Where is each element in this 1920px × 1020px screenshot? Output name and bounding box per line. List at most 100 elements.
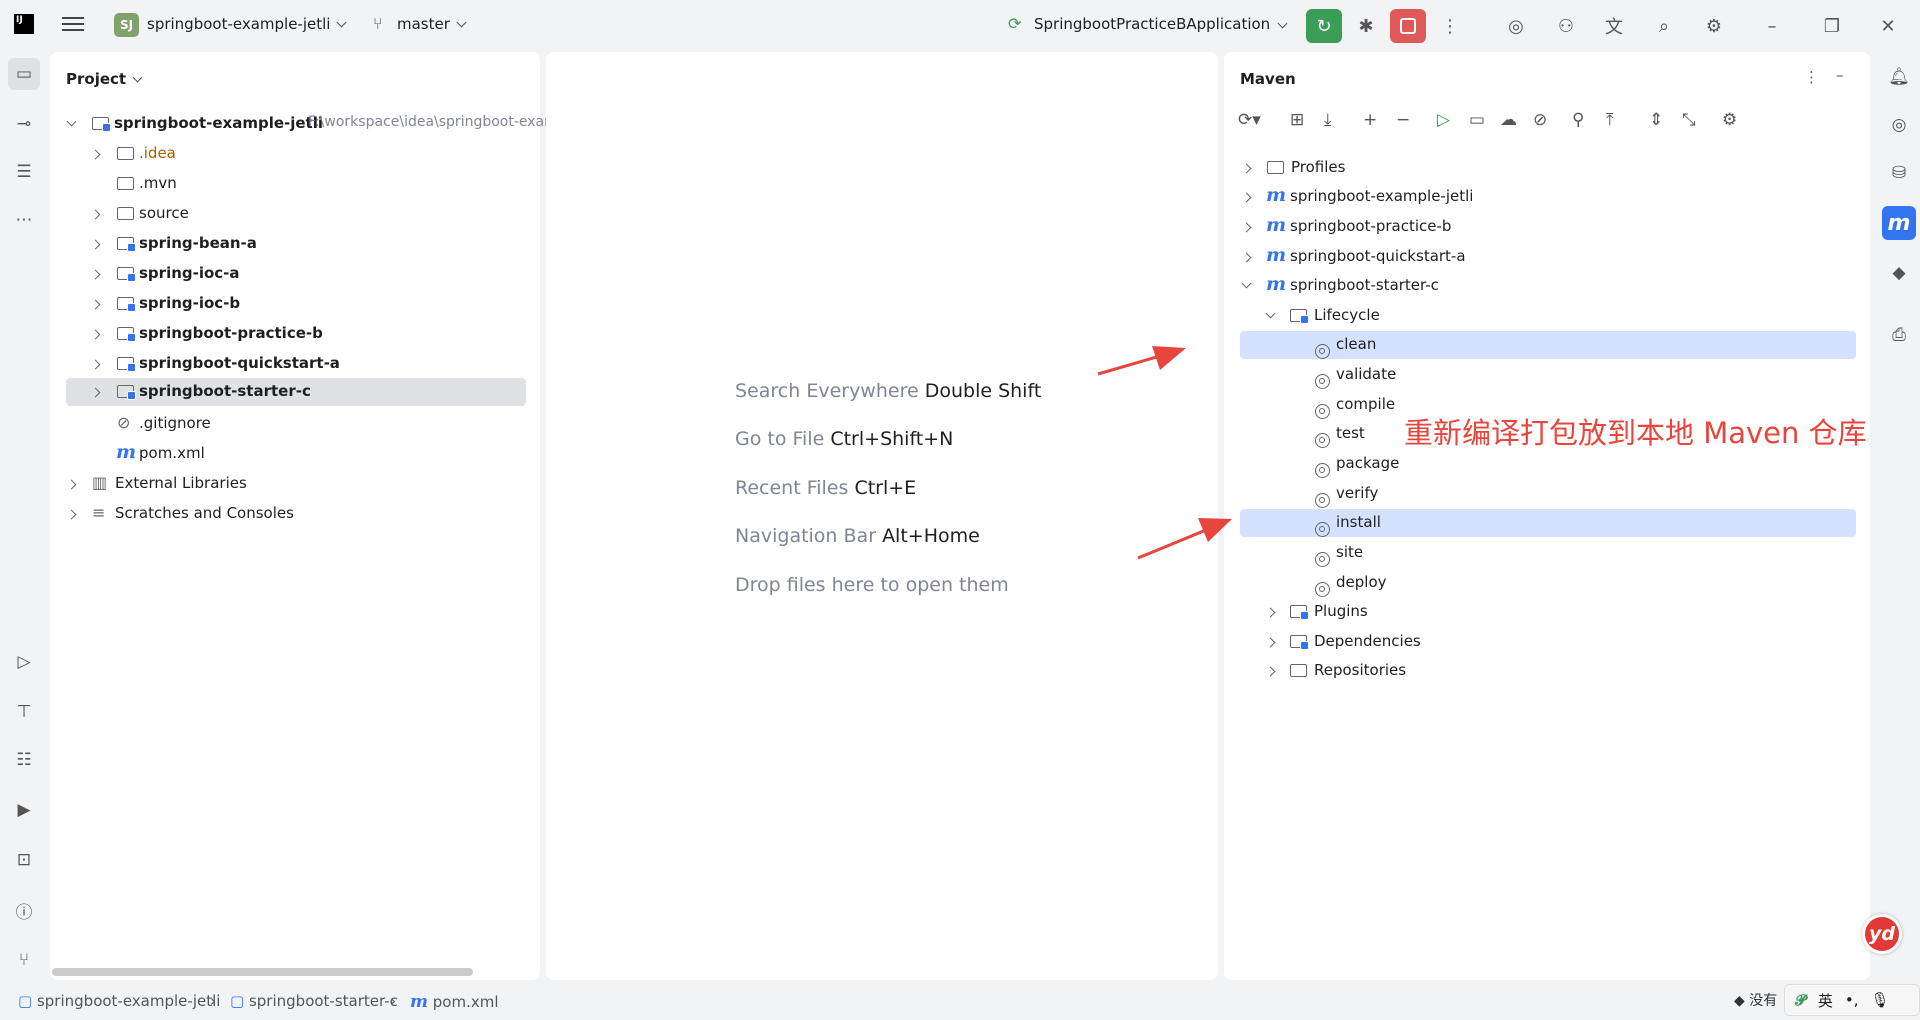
chevron-down-icon[interactable] xyxy=(1240,272,1252,300)
maven-repositories[interactable]: Repositories xyxy=(1240,657,1856,685)
project-selector[interactable]: springboot-example-jetli xyxy=(147,15,347,33)
tree-item-idea[interactable]: .idea xyxy=(62,140,526,168)
tree-item-spring-bean-a[interactable]: spring-bean-a xyxy=(62,230,526,258)
tree-item-springboot-starter-c[interactable]: springboot-starter-c xyxy=(66,378,526,406)
run-goal-icon[interactable]: ▷ xyxy=(1437,110,1450,130)
tree-item-springboot-practice-b[interactable]: springboot-practice-b xyxy=(62,320,526,348)
tree-item-pom[interactable]: m pom.xml xyxy=(62,440,526,468)
youdao-logo[interactable]: yd xyxy=(1862,914,1902,954)
chevron-right-icon[interactable] xyxy=(65,470,77,498)
debug-services-icon[interactable]: ▶ xyxy=(8,794,40,826)
hide-panel-icon[interactable]: – xyxy=(1836,66,1844,84)
chevron-right-icon[interactable] xyxy=(89,290,101,318)
project-folder-icon[interactable]: ▭ xyxy=(8,58,40,90)
lifecycle-goal-verify[interactable]: verify xyxy=(1240,480,1856,508)
collapse-to-top-icon[interactable]: ⤒ xyxy=(1606,110,1614,130)
chevron-down-icon[interactable] xyxy=(65,110,77,138)
run-config-dropdown[interactable] xyxy=(1264,9,1300,43)
problems-icon[interactable]: ⓘ xyxy=(8,894,40,926)
notifications-icon[interactable]: 🔔︎ xyxy=(1882,60,1916,94)
ai-chat-icon[interactable]: ◎ xyxy=(1882,108,1916,142)
tree-item-mvn[interactable]: .mvn xyxy=(62,170,526,198)
maven-module[interactable]: m springboot-starter-c xyxy=(1240,272,1856,300)
ime-language[interactable]: 英 xyxy=(1818,990,1833,1011)
generate-sources-icon[interactable]: ⊞ xyxy=(1290,110,1304,130)
tree-item-scratches[interactable]: ≡ Scratches and Consoles xyxy=(62,500,526,528)
commit-icon[interactable]: ⊸ xyxy=(8,108,40,140)
collapse-all-icon[interactable]: ⤡ xyxy=(1682,110,1696,130)
chevron-right-icon[interactable] xyxy=(1264,628,1276,656)
lifecycle-goal-deploy[interactable]: deploy xyxy=(1240,569,1856,597)
maven-lifecycle[interactable]: Lifecycle xyxy=(1240,302,1856,330)
chevron-right-icon[interactable] xyxy=(1240,154,1252,182)
maximize-button[interactable]: ❐ xyxy=(1814,9,1850,43)
lifecycle-goal-site[interactable]: site xyxy=(1240,539,1856,567)
remove-icon[interactable]: − xyxy=(1396,110,1410,130)
ime-toolbar[interactable]: 𝓟 英 •, 🎙︎ xyxy=(1784,984,1920,1016)
terminal-icon[interactable]: ⊡ xyxy=(8,844,40,876)
chevron-right-icon[interactable] xyxy=(89,260,101,288)
tree-item-source[interactable]: source xyxy=(62,200,526,228)
add-icon[interactable]: + xyxy=(1363,110,1377,130)
chevron-right-icon[interactable] xyxy=(89,230,101,258)
tree-item-spring-ioc-b[interactable]: spring-ioc-b xyxy=(62,290,526,318)
rerun-button[interactable]: ↻ xyxy=(1306,9,1342,43)
tree-item-external-libraries[interactable]: ▥ External Libraries xyxy=(62,470,526,498)
lifecycle-goal-clean[interactable]: clean xyxy=(1240,331,1856,359)
ime-hint[interactable]: ◆ 没有 xyxy=(1734,990,1777,1010)
more-options-icon[interactable]: ⋮ xyxy=(1804,68,1819,86)
lifecycle-goal-validate[interactable]: validate xyxy=(1240,361,1856,389)
chevron-right-icon[interactable] xyxy=(89,378,101,406)
minimize-button[interactable]: – xyxy=(1754,9,1790,43)
project-badge[interactable]: SJ xyxy=(114,13,139,37)
run-config-icon[interactable]: ▭ xyxy=(1469,110,1485,130)
tree-item-gitignore[interactable]: ⊘ .gitignore xyxy=(62,410,526,438)
breadcrumb-project[interactable]: ▢ springboot-example-jetli xyxy=(18,992,220,1010)
chevron-right-icon[interactable] xyxy=(89,350,101,378)
offline-icon[interactable]: ☁ xyxy=(1500,110,1517,130)
run-icon[interactable]: ▷ xyxy=(8,646,40,678)
ai-assistant-icon[interactable]: ◎ xyxy=(1498,9,1534,43)
maven-profiles[interactable]: Profiles xyxy=(1240,154,1856,182)
chevron-right-icon[interactable] xyxy=(89,320,101,348)
horizontal-scrollbar[interactable] xyxy=(52,968,473,976)
search-icon[interactable]: ⌕ xyxy=(1646,9,1682,43)
chevron-right-icon[interactable] xyxy=(65,500,77,528)
reload-icon[interactable]: ⟳▾ xyxy=(1238,110,1261,130)
chevron-down-icon[interactable] xyxy=(1264,302,1276,330)
services-icon[interactable]: ☷ xyxy=(8,744,40,776)
more-actions-button[interactable]: ⋮ xyxy=(1432,9,1468,43)
code-with-me-icon[interactable]: ⚇ xyxy=(1548,9,1584,43)
build-icon[interactable]: ⊤ xyxy=(8,696,40,728)
maven-plugins[interactable]: Plugins xyxy=(1240,598,1856,626)
settings-icon[interactable]: ⚙ xyxy=(1696,9,1732,43)
breadcrumb-file[interactable]: m pom.xml xyxy=(410,992,499,1012)
maven-module[interactable]: m springboot-practice-b xyxy=(1240,213,1856,241)
plugin-icon[interactable]: ◆ xyxy=(1882,256,1916,290)
chevron-right-icon[interactable] xyxy=(1264,598,1276,626)
chevron-right-icon[interactable] xyxy=(89,140,101,168)
intellij-logo-icon[interactable]: IJ xyxy=(14,14,34,34)
structure-icon[interactable]: ☰ xyxy=(8,156,40,188)
git-icon[interactable]: ⑂ xyxy=(8,944,40,976)
expand-all-icon[interactable]: ⇕ xyxy=(1649,110,1663,130)
tree-item-springboot-quickstart-a[interactable]: springboot-quickstart-a xyxy=(62,350,526,378)
close-button[interactable]: ✕ xyxy=(1870,9,1906,43)
chevron-right-icon[interactable] xyxy=(1240,213,1252,241)
chevron-right-icon[interactable] xyxy=(1240,183,1252,211)
maven-module[interactable]: m springboot-example-jetli xyxy=(1240,183,1856,211)
maven-settings-icon[interactable]: ⚙ xyxy=(1722,110,1737,130)
lifecycle-goal-test[interactable]: test xyxy=(1240,420,1390,448)
tree-root[interactable]: springboot-example-jetli F:\workspace\id… xyxy=(62,110,558,138)
chevron-right-icon[interactable] xyxy=(1240,243,1252,271)
chevron-right-icon[interactable] xyxy=(1264,657,1276,685)
tree-item-spring-ioc-a[interactable]: spring-ioc-a xyxy=(62,260,526,288)
branch-selector[interactable]: master xyxy=(397,15,467,33)
download-icon[interactable]: ⤓ xyxy=(1324,110,1332,130)
run-config-selector[interactable]: SpringbootPracticeBApplication xyxy=(1034,15,1270,33)
main-menu-icon[interactable] xyxy=(62,14,84,34)
analyze-icon[interactable]: ⚲ xyxy=(1572,110,1584,130)
maven-module[interactable]: m springboot-quickstart-a xyxy=(1240,243,1856,271)
bookmarks-icon[interactable]: ⎙ xyxy=(1882,318,1916,352)
stop-button[interactable] xyxy=(1390,9,1426,43)
